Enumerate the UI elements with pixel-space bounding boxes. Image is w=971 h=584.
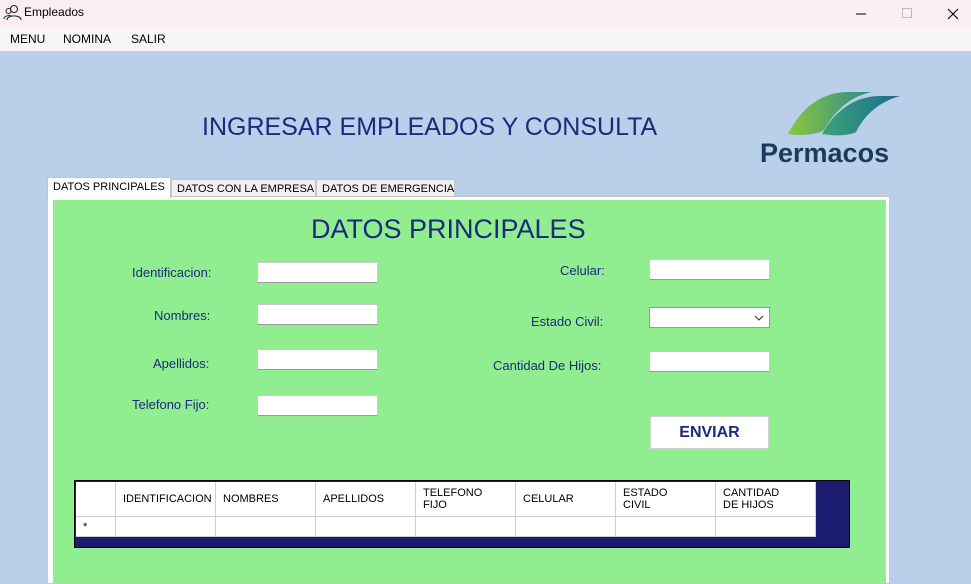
chevron-down-icon: [754, 315, 764, 321]
identificacion-label: Identificacion:: [132, 265, 212, 280]
column-header-label: ESTADO CIVIL: [623, 487, 668, 511]
apellidos-label: Apellidos:: [153, 356, 210, 371]
enviar-button[interactable]: ENVIAR: [650, 416, 769, 449]
section-title: DATOS PRINCIPALES: [311, 214, 586, 244]
menu-bar: MENU NOMINA SALIR: [0, 27, 971, 51]
table-cell[interactable]: [416, 517, 516, 537]
tab-datos-principales[interactable]: DATOS PRINCIPALES: [47, 177, 171, 198]
column-header-label: TELEFONO FIJO: [423, 487, 483, 511]
menu-item-menu[interactable]: MENU: [10, 32, 45, 46]
title-bar: Empleados: [0, 0, 971, 27]
users-icon: [3, 4, 22, 21]
tab-datos-con-la-empresa[interactable]: DATOS CON LA EMPRESA: [171, 179, 316, 197]
nombres-label: Nombres:: [154, 308, 211, 323]
maximize-icon: [901, 8, 912, 18]
celular-field[interactable]: [649, 259, 770, 280]
column-header[interactable]: IDENTIFICACION: [116, 482, 216, 517]
table-cell[interactable]: [616, 517, 716, 537]
table-cell[interactable]: [716, 517, 816, 537]
minimize-icon: [855, 13, 866, 15]
window-title: Empleados: [24, 5, 85, 19]
page-title: INGRESAR EMPLEADOS Y CONSULTA: [202, 113, 658, 141]
menu-item-nomina[interactable]: NOMINA: [63, 32, 111, 46]
close-button[interactable]: [930, 0, 971, 27]
table-cell[interactable]: [116, 517, 216, 537]
column-header-label: CANTIDAD DE HIJOS: [723, 487, 780, 511]
telefono-fijo-label: Telefono Fijo:: [132, 397, 210, 412]
column-header[interactable]: CELULAR: [516, 482, 616, 517]
cantidad-hijos-label: Cantidad De Hijos:: [493, 358, 602, 373]
celular-label: Celular:: [560, 263, 605, 278]
table-cell[interactable]: [216, 517, 316, 537]
logo-waves-icon: [788, 92, 900, 136]
maximize-button[interactable]: [884, 0, 930, 27]
column-header[interactable]: TELEFONO FIJO: [416, 482, 516, 517]
menu-item-salir[interactable]: SALIR: [131, 32, 166, 46]
column-header[interactable]: APELLIDOS: [316, 482, 416, 517]
grid-header: IDENTIFICACION NOMBRES APELLIDOS TELEFON…: [76, 482, 816, 517]
identificacion-field[interactable]: [257, 262, 378, 283]
row-marker: *: [83, 520, 88, 533]
logo-text: Permacos: [760, 138, 890, 168]
column-header[interactable]: NOMBRES: [216, 482, 316, 517]
column-header[interactable]: CANTIDAD DE HIJOS: [716, 482, 816, 517]
close-icon: [947, 8, 959, 19]
grid-corner-header: [76, 482, 116, 517]
minimize-button[interactable]: [838, 0, 884, 27]
apellidos-field[interactable]: [257, 349, 378, 370]
new-row-marker: *: [76, 517, 116, 537]
table-cell[interactable]: [316, 517, 416, 537]
nombres-field[interactable]: [257, 304, 378, 325]
tab-datos-de-emergencia[interactable]: DATOS DE EMERGENCIA: [316, 179, 455, 197]
estado-civil-label: Estado Civil:: [531, 314, 604, 329]
table-row[interactable]: *: [76, 517, 816, 537]
column-header[interactable]: ESTADO CIVIL: [616, 482, 716, 517]
telefono-fijo-field[interactable]: [257, 395, 378, 416]
company-logo: Permacos: [760, 88, 918, 172]
cantidad-hijos-field[interactable]: [649, 351, 770, 372]
table-cell[interactable]: [516, 517, 616, 537]
employees-grid[interactable]: IDENTIFICACION NOMBRES APELLIDOS TELEFON…: [74, 480, 850, 548]
estado-civil-select[interactable]: [649, 307, 770, 328]
